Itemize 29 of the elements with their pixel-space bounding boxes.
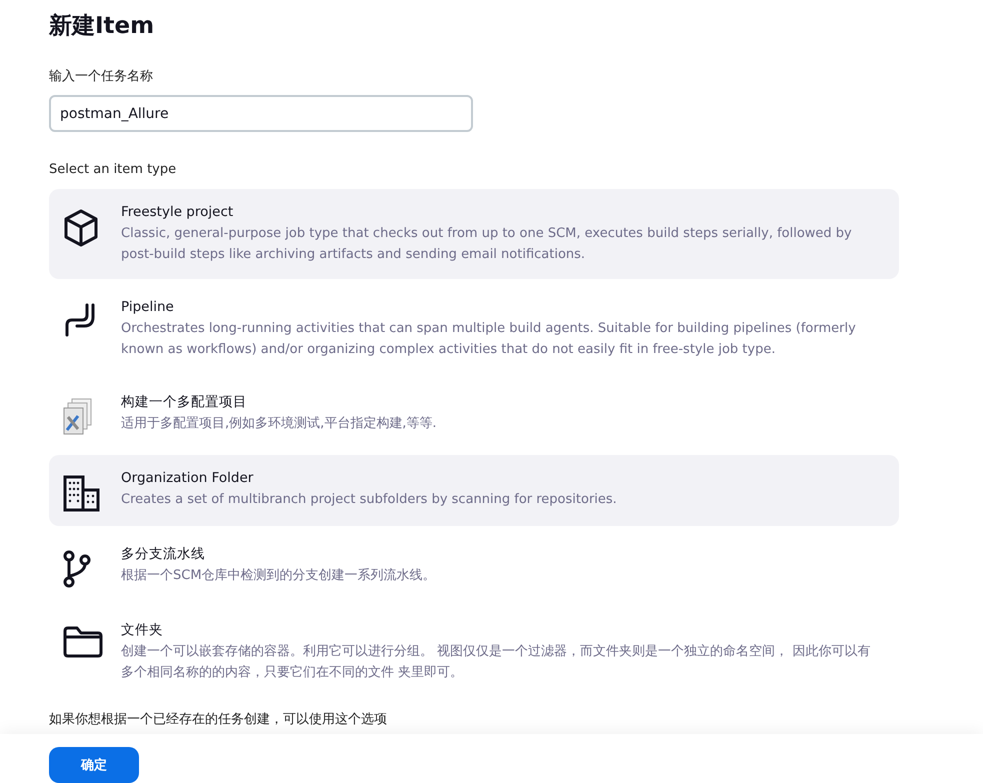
section-heading: Select an item type <box>49 161 178 179</box>
item-type-description: Classic, general-purpose job type that checks out from up to one SCM, executes build steps serially, followed by post-build steps like archiving artifacts and sending email notifications. <box>121 225 853 264</box>
input-field[interactable]: postman_Allure <box>49 95 473 132</box>
item-type-option[interactable] <box>49 189 899 279</box>
copy-hint-text: 如果你想根据一个已经存在的任务创建，可以使用这个选项 <box>49 711 387 729</box>
item-type-title: 构建一个多配置项目 <box>121 393 248 412</box>
branch-icon <box>63 550 91 588</box>
item-type-description: Orchestrates long-running activities that can span multiple build agents. Suitable for building pipelines (formerly known as workflows) and/or organizing complex activities that do not easily fit in free-style job type. <box>121 320 857 359</box>
item-type-description: 创建一个可以嵌套存储的容器。利用它可以进行分组。 视图仅仅是一个过滤器，而文件夹则是一个独立的命名空间， 因此你可以有多个相同名称的的内容，只要它们在不同的文件 夹里即可。 <box>121 643 872 682</box>
field-label: 输入一个任务名称 <box>49 68 154 86</box>
item-type-title: 多分支流水线 <box>121 545 206 564</box>
cube-icon <box>63 208 99 248</box>
item-type-option[interactable]: 文件夹 创建一个可以嵌套存储的容器。利用它可以进行分组。 视图仅仅是一个过滤器，而文件夹则是一个独立的命名空间， 因此你可以有多个相同名称的的内容，只要它们在不同的文件 夹里即可。 <box>49 607 899 697</box>
pipeline-icon <box>63 303 97 337</box>
item-type-description: 根据一个SCM仓库中检测到的分支创建一系列流水线。 <box>121 567 437 585</box>
building-icon <box>63 474 101 512</box>
item-type-title: Freestyle project <box>121 203 234 222</box>
item-type-option[interactable]: 多分支流水线 根据一个SCM仓库中检测到的分支创建一系列流水线。 <box>49 531 899 602</box>
item-type-description: 适用于多配置项目,例如多环境测试,平台指定构建,等等. <box>121 415 438 433</box>
item-type-option[interactable]: 构建一个多配置项目 适用于多配置项目,例如多环境测试,平台指定构建,等等. <box>49 379 899 450</box>
item-type-description: Creates a set of multibranch project subfolders by scanning for repositories. <box>121 491 618 509</box>
ok-button[interactable]: 确定 <box>49 747 139 783</box>
page-title: 新建Item <box>49 12 156 41</box>
documents-tools-icon <box>63 398 93 436</box>
item-type-title: 文件夹 <box>121 621 164 640</box>
folder-icon <box>63 626 103 658</box>
item-type-title: Organization Folder <box>121 469 254 488</box>
item-type-option[interactable]: Organization Folder Creates a set of multibranch project subfolders by scanning for repositories. <box>49 455 899 526</box>
item-type-title: Pipeline <box>121 298 175 317</box>
